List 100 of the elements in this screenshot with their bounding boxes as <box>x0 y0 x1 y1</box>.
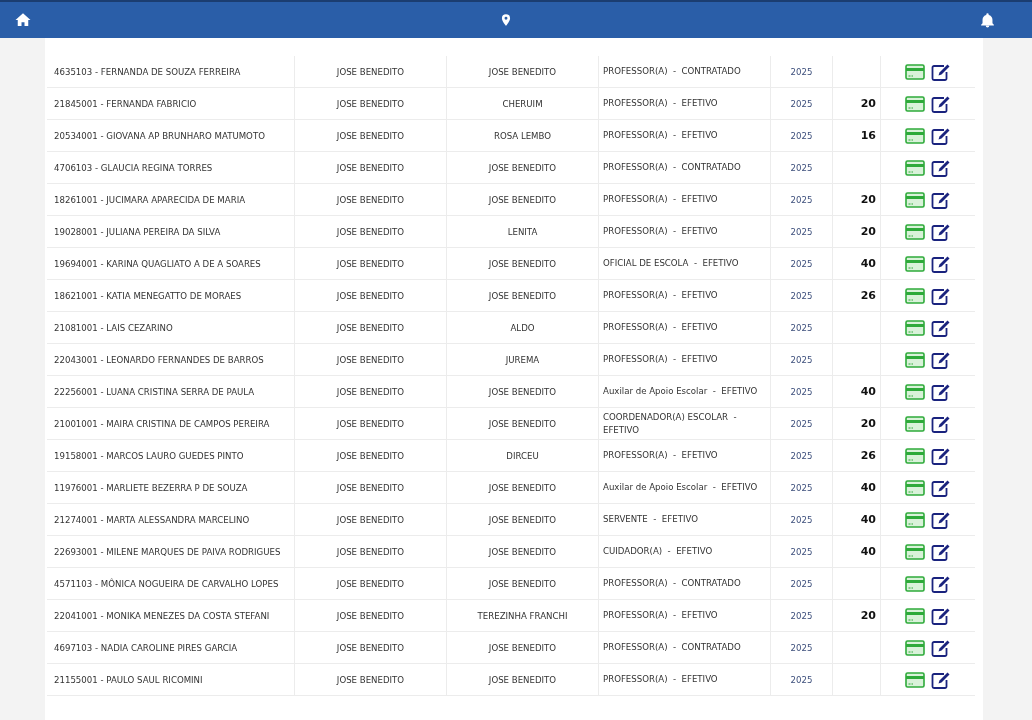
table-cell: ALDO <box>447 312 599 343</box>
credit-card-icon[interactable] <box>905 319 925 336</box>
credit-card-icon[interactable] <box>905 383 925 400</box>
credit-card-icon[interactable] <box>905 95 925 112</box>
table-cell: JOSE BENEDITO <box>295 568 447 599</box>
table-cell: 19158001 - MARCOS LAURO GUEDES PINTO <box>47 440 295 471</box>
table-cell: 2025 <box>771 472 833 503</box>
edit-icon[interactable] <box>931 542 951 561</box>
table-cell: JOSE BENEDITO <box>295 120 447 151</box>
table-cell: JOSE BENEDITO <box>295 472 447 503</box>
table-cell: PROFESSOR(A) - CONTRATADO <box>599 152 771 183</box>
table-cell: DIRCEU <box>447 440 599 471</box>
table-cell: 20534001 - GIOVANA AP BRUNHARO MATUMOTO <box>47 120 295 151</box>
edit-icon[interactable] <box>931 414 951 433</box>
credit-card-icon[interactable] <box>905 351 925 368</box>
table-cell: PROFESSOR(A) - EFETIVO <box>599 312 771 343</box>
table-cell: 22256001 - LUANA CRISTINA SERRA DE PAULA <box>47 376 295 407</box>
table-cell: JOSE BENEDITO <box>447 632 599 663</box>
table-cell: 2025 <box>771 152 833 183</box>
table-cell: Auxilar de Apoio Escolar - EFETIVO <box>599 472 771 503</box>
edit-icon[interactable] <box>931 286 951 305</box>
credit-card-icon[interactable] <box>905 287 925 304</box>
table-cell: 22043001 - LEONARDO FERNANDES DE BARROS <box>47 344 295 375</box>
edit-icon[interactable] <box>931 158 951 177</box>
credit-card-icon[interactable] <box>905 63 925 80</box>
table-cell: 2025 <box>771 120 833 151</box>
table-cell: ROSA LEMBO <box>447 120 599 151</box>
table-cell: 21274001 - MARTA ALESSANDRA MARCELINO <box>47 504 295 535</box>
credit-card-icon[interactable] <box>905 639 925 656</box>
credit-card-icon[interactable] <box>905 479 925 496</box>
table-cell: JOSE BENEDITO <box>295 600 447 631</box>
table-cell: 16 <box>860 129 876 142</box>
edit-icon[interactable] <box>931 574 951 593</box>
edit-icon[interactable] <box>931 446 951 465</box>
table-cell: JOSE BENEDITO <box>447 568 599 599</box>
credit-card-icon[interactable] <box>905 447 925 464</box>
table-cell: JOSE BENEDITO <box>447 408 599 439</box>
edit-icon[interactable] <box>931 190 951 209</box>
edit-icon[interactable] <box>931 478 951 497</box>
table-cell: JOSE BENEDITO <box>295 216 447 247</box>
credit-card-icon[interactable] <box>905 671 925 688</box>
table-cell: JOSE BENEDITO <box>447 184 599 215</box>
table-cell: 20 <box>860 609 876 622</box>
table-cell: COORDENADOR(A) ESCOLAR - EFETIVO <box>599 408 771 439</box>
credit-card-icon[interactable] <box>905 191 925 208</box>
credit-card-icon[interactable] <box>905 543 925 560</box>
bell-icon[interactable] <box>979 11 996 29</box>
table-cell: 4697103 - NADIA CAROLINE PIRES GARCIA <box>47 632 295 663</box>
table-cell: 18621001 - KATIA MENEGATTO DE MORAES <box>47 280 295 311</box>
table-cell: 20 <box>860 97 876 110</box>
table-cell: PROFESSOR(A) - EFETIVO <box>599 120 771 151</box>
table-cell: 19028001 - JULIANA PEREIRA DA SILVA <box>47 216 295 247</box>
table-cell: PROFESSOR(A) - EFETIVO <box>599 216 771 247</box>
table-cell: PROFESSOR(A) - CONTRATADO <box>599 568 771 599</box>
table-cell: 2025 <box>771 408 833 439</box>
credit-card-icon[interactable] <box>905 127 925 144</box>
table-cell: LENITA <box>447 216 599 247</box>
table-cell: 2025 <box>771 536 833 567</box>
home-icon[interactable] <box>14 11 32 29</box>
table-cell: CHERUIM <box>447 88 599 119</box>
table-cell: JOSE BENEDITO <box>295 248 447 279</box>
table-cell: JOSE BENEDITO <box>295 408 447 439</box>
table-cell: PROFESSOR(A) - CONTRATADO <box>599 632 771 663</box>
edit-icon[interactable] <box>931 350 951 369</box>
table-cell: 2025 <box>771 344 833 375</box>
edit-icon[interactable] <box>931 318 951 337</box>
table-cell: 22041001 - MONIKA MENEZES DA COSTA STEFANI <box>47 600 295 631</box>
table-cell: 26 <box>860 289 876 302</box>
edit-icon[interactable] <box>931 126 951 145</box>
edit-icon[interactable] <box>931 638 951 657</box>
table-cell: 40 <box>860 385 876 398</box>
table-cell: PROFESSOR(A) - EFETIVO <box>599 184 771 215</box>
edit-icon[interactable] <box>931 222 951 241</box>
table-cell: JOSE BENEDITO <box>295 440 447 471</box>
table-cell: 19694001 - KARINA QUAGLIATO A DE A SOARES <box>47 248 295 279</box>
credit-card-icon[interactable] <box>905 415 925 432</box>
table-cell: PROFESSOR(A) - EFETIVO <box>599 88 771 119</box>
credit-card-icon[interactable] <box>905 255 925 272</box>
credit-card-icon[interactable] <box>905 159 925 176</box>
credit-card-icon[interactable] <box>905 223 925 240</box>
table-cell: 20 <box>860 417 876 430</box>
credit-card-icon[interactable] <box>905 575 925 592</box>
table-cell: 40 <box>860 513 876 526</box>
table-cell: 21001001 - MAIRA CRISTINA DE CAMPOS PEREIRA <box>47 408 295 439</box>
credit-card-icon[interactable] <box>905 607 925 624</box>
table-cell: 2025 <box>771 248 833 279</box>
edit-icon[interactable] <box>931 670 951 689</box>
table-cell: 2025 <box>771 312 833 343</box>
edit-icon[interactable] <box>931 94 951 113</box>
edit-icon[interactable] <box>931 606 951 625</box>
edit-icon[interactable] <box>931 254 951 273</box>
table-cell: CUIDADOR(A) - EFETIVO <box>599 536 771 567</box>
edit-icon[interactable] <box>931 510 951 529</box>
credit-card-icon[interactable] <box>905 511 925 528</box>
edit-icon[interactable] <box>931 382 951 401</box>
edit-icon[interactable] <box>931 62 951 81</box>
table-cell: JOSE BENEDITO <box>295 312 447 343</box>
table-cell: JOSE BENEDITO <box>447 376 599 407</box>
table-cell: JOSE BENEDITO <box>447 248 599 279</box>
table-cell: JOSE BENEDITO <box>295 504 447 535</box>
